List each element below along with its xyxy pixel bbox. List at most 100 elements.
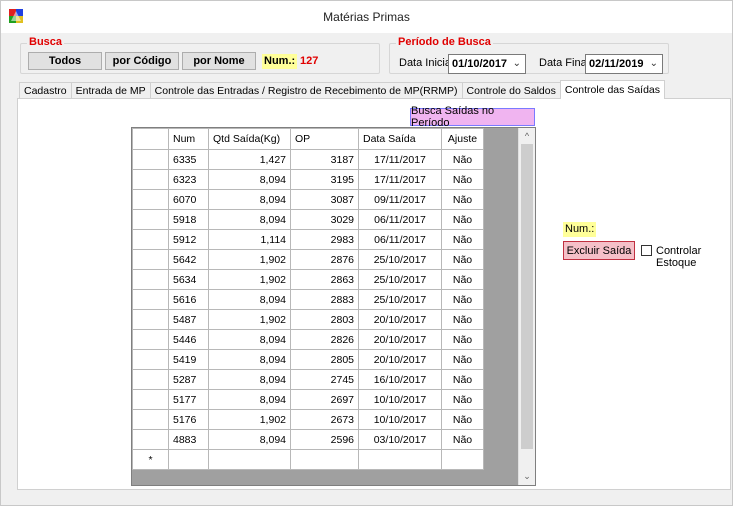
table-row[interactable]: 4883 8,094 2596 03/10/2017 Não xyxy=(132,429,484,450)
cell-op[interactable]: 2596 xyxy=(290,429,359,450)
tab-controle-saidas[interactable]: Controle das Saídas xyxy=(559,80,666,99)
cell-op[interactable]: 3187 xyxy=(290,149,359,170)
cell-qtd[interactable]: 8,094 xyxy=(208,389,291,410)
cell-data[interactable]: 20/10/2017 xyxy=(358,329,442,350)
scroll-down-icon[interactable]: ⌄ xyxy=(519,468,535,485)
controlar-estoque-checkbox[interactable] xyxy=(641,245,652,256)
cell-op[interactable]: 2876 xyxy=(290,249,359,270)
cell-op[interactable]: 3029 xyxy=(290,209,359,230)
cell-qtd[interactable]: 8,094 xyxy=(208,369,291,390)
cell-ajuste[interactable]: Não xyxy=(441,249,484,270)
tab-controle-entradas[interactable]: Controle das Entradas / Registro de Rece… xyxy=(149,82,463,99)
cell-qtd[interactable]: 1,902 xyxy=(208,409,291,430)
cell-num[interactable]: 5176 xyxy=(168,409,209,430)
table-row[interactable]: 5487 1,902 2803 20/10/2017 Não xyxy=(132,309,484,330)
cell-op[interactable]: 3087 xyxy=(290,189,359,210)
tab-entrada-mp[interactable]: Entrada de MP xyxy=(70,82,151,99)
new-row-cell[interactable] xyxy=(290,449,359,470)
cell-num[interactable]: 5634 xyxy=(168,269,209,290)
saidas-grid[interactable]: Num Qtd Saída(Kg) OP Data Saída Ajuste 6… xyxy=(131,127,536,486)
cell-ajuste[interactable]: Não xyxy=(441,269,484,290)
table-row[interactable]: 5918 8,094 3029 06/11/2017 Não xyxy=(132,209,484,230)
cell-ajuste[interactable]: Não xyxy=(441,389,484,410)
cell-op[interactable]: 2673 xyxy=(290,409,359,430)
scroll-thumb[interactable] xyxy=(521,144,533,449)
table-row[interactable]: 6070 8,094 3087 09/11/2017 Não xyxy=(132,189,484,210)
table-row[interactable]: 5642 1,902 2876 25/10/2017 Não xyxy=(132,249,484,270)
por-codigo-button[interactable]: por Código xyxy=(105,52,179,70)
scroll-up-icon[interactable]: ^ xyxy=(519,128,535,145)
cell-ajuste[interactable]: Não xyxy=(441,149,484,170)
cell-ajuste[interactable]: Não xyxy=(441,329,484,350)
column-header-op[interactable]: OP xyxy=(290,128,359,150)
column-header-data[interactable]: Data Saída xyxy=(358,128,442,150)
row-selector[interactable] xyxy=(132,349,169,370)
cell-data[interactable]: 09/11/2017 xyxy=(358,189,442,210)
cell-data[interactable]: 25/10/2017 xyxy=(358,289,442,310)
cell-num[interactable]: 6070 xyxy=(168,189,209,210)
row-selector[interactable] xyxy=(132,309,169,330)
data-inicial-picker[interactable]: 01/10/2017 ⌄ xyxy=(448,54,526,74)
cell-op[interactable]: 2863 xyxy=(290,269,359,290)
cell-ajuste[interactable]: Não xyxy=(441,369,484,390)
cell-num[interactable]: 5446 xyxy=(168,329,209,350)
cell-data[interactable]: 03/10/2017 xyxy=(358,429,442,450)
table-row[interactable]: 5912 1,114 2983 06/11/2017 Não xyxy=(132,229,484,250)
row-selector[interactable] xyxy=(132,329,169,350)
table-row[interactable]: 5176 1,902 2673 10/10/2017 Não xyxy=(132,409,484,430)
cell-data[interactable]: 10/10/2017 xyxy=(358,409,442,430)
cell-data[interactable]: 06/11/2017 xyxy=(358,209,442,230)
table-row[interactable]: 5616 8,094 2883 25/10/2017 Não xyxy=(132,289,484,310)
row-selector[interactable] xyxy=(132,369,169,390)
table-row[interactable]: 6323 8,094 3195 17/11/2017 Não xyxy=(132,169,484,190)
cell-num[interactable]: 5487 xyxy=(168,309,209,330)
cell-ajuste[interactable]: Não xyxy=(441,349,484,370)
cell-qtd[interactable]: 8,094 xyxy=(208,169,291,190)
new-row-cell[interactable] xyxy=(208,449,291,470)
cell-op[interactable]: 2883 xyxy=(290,289,359,310)
cell-op[interactable]: 2805 xyxy=(290,349,359,370)
busca-saidas-button[interactable]: Busca Saídas no Período xyxy=(410,105,535,129)
row-selector[interactable] xyxy=(132,169,169,190)
por-nome-button[interactable]: por Nome xyxy=(182,52,256,70)
cell-qtd[interactable]: 1,902 xyxy=(208,249,291,270)
cell-qtd[interactable]: 8,094 xyxy=(208,209,291,230)
cell-qtd[interactable]: 1,902 xyxy=(208,269,291,290)
row-selector[interactable] xyxy=(132,189,169,210)
row-selector[interactable] xyxy=(132,409,169,430)
cell-ajuste[interactable]: Não xyxy=(441,209,484,230)
cell-num[interactable]: 6323 xyxy=(168,169,209,190)
cell-num[interactable]: 5419 xyxy=(168,349,209,370)
cell-data[interactable]: 25/10/2017 xyxy=(358,249,442,270)
row-selector[interactable] xyxy=(132,149,169,170)
cell-qtd[interactable]: 8,094 xyxy=(208,189,291,210)
cell-ajuste[interactable]: Não xyxy=(441,309,484,330)
cell-qtd[interactable]: 1,427 xyxy=(208,149,291,170)
cell-ajuste[interactable]: Não xyxy=(441,429,484,450)
cell-data[interactable]: 10/10/2017 xyxy=(358,389,442,410)
cell-num[interactable]: 5177 xyxy=(168,389,209,410)
new-row-cell[interactable] xyxy=(168,449,209,470)
cell-qtd[interactable]: 8,094 xyxy=(208,329,291,350)
cell-ajuste[interactable]: Não xyxy=(441,169,484,190)
grid-vertical-scrollbar[interactable]: ^ ⌄ xyxy=(518,128,535,485)
todos-button[interactable]: Todos xyxy=(28,52,102,70)
cell-op[interactable]: 2745 xyxy=(290,369,359,390)
table-row[interactable]: 5419 8,094 2805 20/10/2017 Não xyxy=(132,349,484,370)
cell-op[interactable]: 2697 xyxy=(290,389,359,410)
cell-num[interactable]: 5642 xyxy=(168,249,209,270)
row-selector[interactable] xyxy=(132,229,169,250)
cell-num[interactable]: 5616 xyxy=(168,289,209,310)
table-row[interactable]: 5634 1,902 2863 25/10/2017 Não xyxy=(132,269,484,290)
cell-qtd[interactable]: 8,094 xyxy=(208,349,291,370)
row-selector[interactable] xyxy=(132,249,169,270)
cell-qtd[interactable]: 8,094 xyxy=(208,289,291,310)
cell-ajuste[interactable]: Não xyxy=(441,229,484,250)
cell-data[interactable]: 17/11/2017 xyxy=(358,169,442,190)
cell-num[interactable]: 5287 xyxy=(168,369,209,390)
cell-data[interactable]: 16/10/2017 xyxy=(358,369,442,390)
column-header-qtd[interactable]: Qtd Saída(Kg) xyxy=(208,128,291,150)
tab-cadastro[interactable]: Cadastro xyxy=(19,82,72,99)
table-row[interactable]: 5177 8,094 2697 10/10/2017 Não xyxy=(132,389,484,410)
cell-ajuste[interactable]: Não xyxy=(441,409,484,430)
